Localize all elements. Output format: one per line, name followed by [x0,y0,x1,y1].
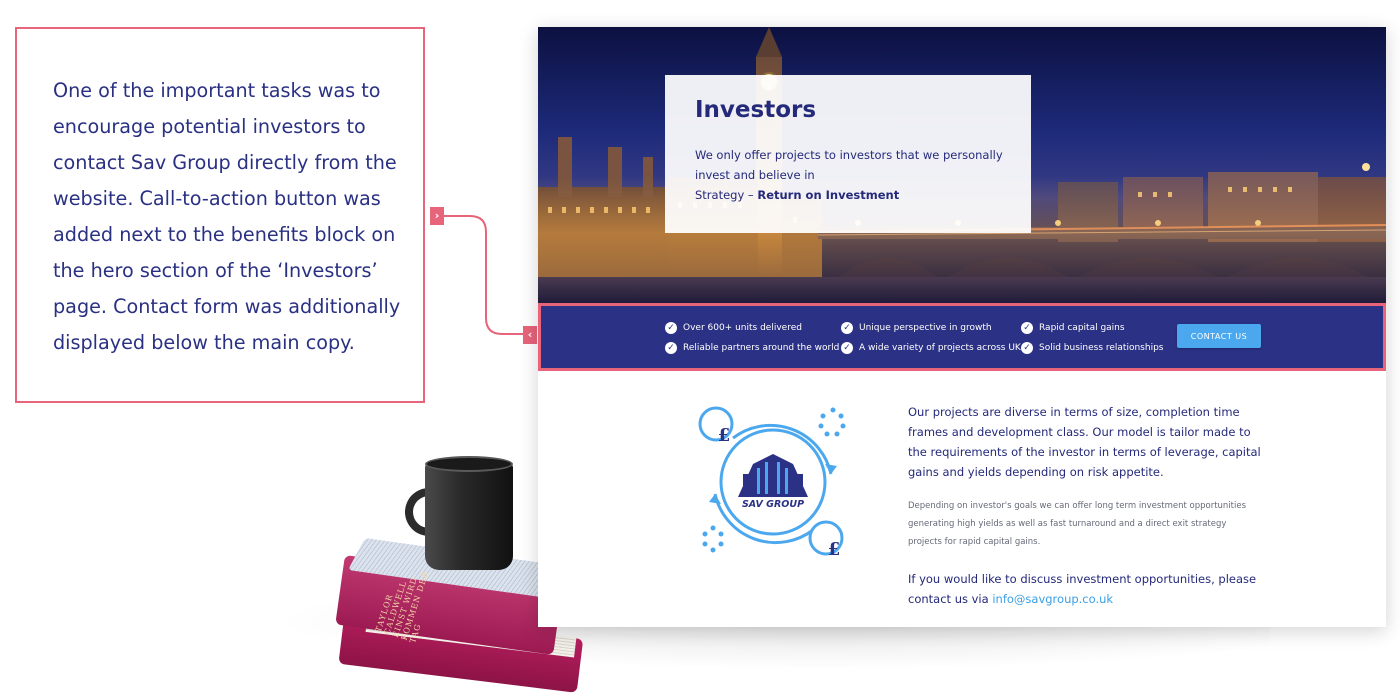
contact-prompt: If you would like to discuss investment … [908,569,1263,609]
hero-strategy-prefix: Strategy – [695,188,754,202]
main-copy-lead: Our projects are diverse in terms of siz… [908,405,1261,479]
annotation-box: One of the important tasks was to encour… [15,27,425,403]
connector-tag-left: › [430,207,444,225]
check-icon: ✓ [1021,322,1033,334]
benefit-label: Unique perspective in growth [859,323,992,333]
benefit-item: ✓ Unique perspective in growth [841,322,992,334]
benefit-item: ✓ A wide variety of projects across UK [841,342,1021,354]
benefit-item: ✓ Reliable partners around the world [665,342,839,354]
pound-icon-top: £ [717,425,731,446]
benefit-label: Rapid capital gains [1039,323,1125,333]
main-copy-detail: Depending on investor's goals we can off… [908,501,1247,547]
website-mockup: Investors We only offer projects to inve… [538,27,1386,627]
connector-tag-right: ‹ [523,326,537,344]
annotation-text: One of the important tasks was to encour… [53,79,401,354]
benefit-item: ✓ Rapid capital gains [1021,322,1125,334]
benefit-item: ✓ Solid business relationships [1021,342,1163,354]
check-icon: ✓ [841,342,853,354]
hero-strategy-value: Return on Investment [757,188,900,202]
hero-section: Investors We only offer projects to inve… [538,27,1386,303]
benefit-label: A wide variety of projects across UK [859,343,1021,353]
pound-icon-bottom: £ [827,539,841,560]
contact-us-button[interactable]: CONTACT US [1177,324,1261,348]
benefit-label: Reliable partners around the world [683,343,840,353]
email-link[interactable]: info@savgroup.co.uk [992,592,1113,606]
benefit-label: Over 600+ units delivered [683,323,802,333]
benefits-bar: ✓ Over 600+ units delivered ✓ Reliable p… [538,303,1386,371]
check-icon: ✓ [1021,342,1033,354]
check-icon: ✓ [665,342,677,354]
page-title: Investors [695,97,817,123]
check-icon: ✓ [665,322,677,334]
logo-brand-name: SAV GROUP [741,499,805,510]
hero-card: Investors We only offer projects to inve… [665,75,1031,233]
benefit-label: Solid business relationships [1039,343,1164,353]
hero-text: We only offer projects to investors that… [695,145,1015,205]
mug-rim [425,456,513,472]
coffee-mug [425,462,513,570]
benefit-item: ✓ Over 600+ units delivered [665,322,802,334]
check-icon: ✓ [841,322,853,334]
hero-tagline: We only offer projects to investors that… [695,148,1003,182]
